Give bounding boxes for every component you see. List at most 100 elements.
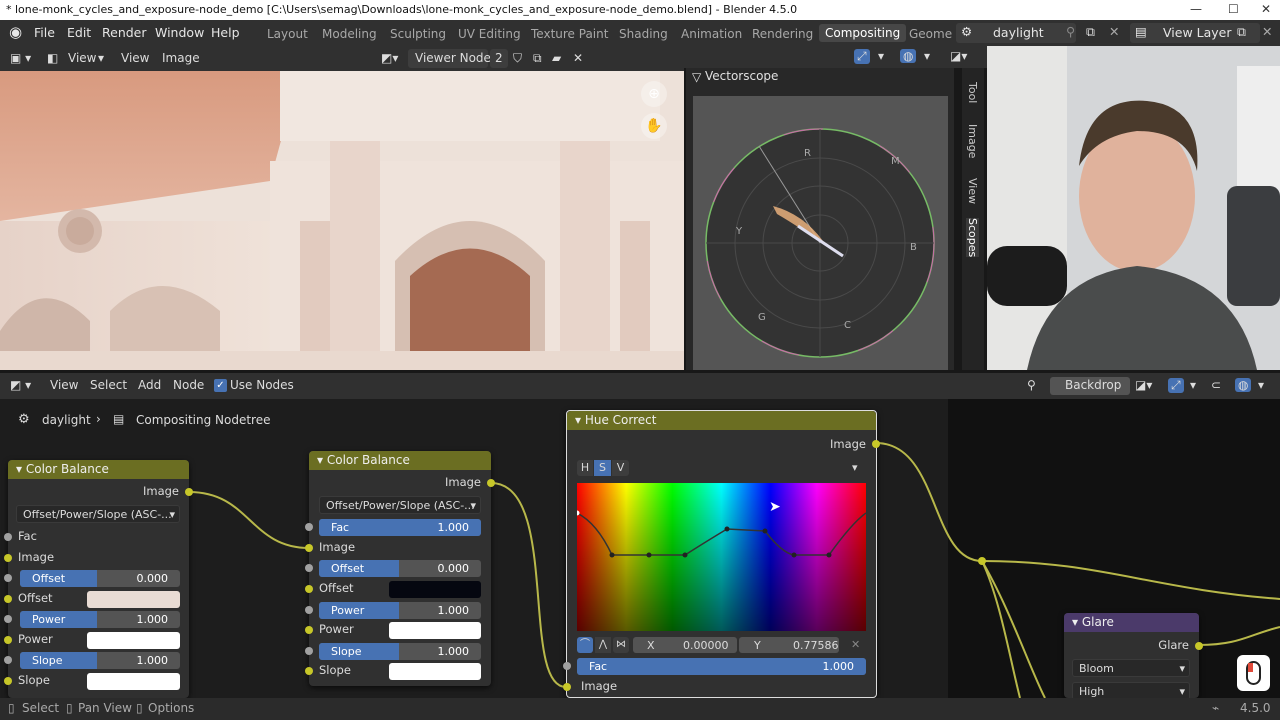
auto-handle-icon[interactable]: ⌒	[577, 637, 593, 653]
tab-v[interactable]: V	[612, 460, 629, 476]
overlay-icon[interactable]: ◍	[1235, 378, 1252, 392]
node-header[interactable]: ▾ Glare	[1064, 613, 1199, 632]
minimize-button[interactable]: —	[1190, 2, 1202, 16]
node-header[interactable]: ▾ Hue Correct	[567, 411, 876, 430]
snap-icon[interactable]: ⊂	[1211, 378, 1221, 392]
glare-type-dropdown[interactable]: Bloom ▾	[1072, 659, 1190, 677]
vector-handle-icon[interactable]: ⋀	[595, 637, 611, 653]
close-button[interactable]: ✕	[1261, 2, 1271, 16]
slope-color-socket[interactable]	[305, 667, 313, 675]
fac-socket[interactable]	[305, 523, 313, 531]
offset-color-swatch[interactable]	[389, 581, 481, 598]
menu-node[interactable]: Node	[173, 378, 204, 392]
mode-dropdown[interactable]: Offset/Power/Slope (ASC-... ▾	[319, 496, 481, 514]
chevron-down-icon[interactable]: ▾	[1190, 378, 1196, 392]
new-image-icon[interactable]: ⧉	[533, 51, 542, 66]
chevron-down-icon[interactable]: ▾	[924, 49, 930, 63]
chevron-down-icon[interactable]: ▾	[852, 461, 858, 474]
menu-view[interactable]: View	[50, 378, 78, 392]
tab-view[interactable]: View	[966, 178, 979, 204]
collapse-icon[interactable]: ▾	[575, 413, 585, 427]
zoom-icon[interactable]: ⊕	[641, 81, 667, 107]
tab-texture-paint[interactable]: Texture Paint	[531, 27, 608, 41]
tab-h[interactable]: H	[577, 460, 593, 476]
slope-value-socket[interactable]	[305, 647, 313, 655]
output-image-socket[interactable]	[487, 479, 495, 487]
power-slider[interactable]: Power 1.000	[319, 602, 481, 619]
power-color-socket[interactable]	[305, 626, 313, 634]
slope-slider[interactable]: Slope 1.000	[319, 643, 481, 660]
tab-geometry[interactable]: Geome	[909, 27, 952, 41]
menu-help[interactable]: Help	[211, 25, 240, 40]
collapse-icon[interactable]: ▾	[1072, 615, 1082, 629]
fac-socket[interactable]	[563, 662, 571, 670]
delete-point-icon[interactable]: ✕	[851, 638, 860, 651]
node-header[interactable]: ▾ Color Balance	[8, 460, 189, 479]
tab-compositing[interactable]: Compositing	[819, 24, 907, 42]
output-glare-socket[interactable]	[1195, 642, 1203, 650]
slope-slider[interactable]: Slope 1.000	[20, 652, 180, 669]
vectorscope-area[interactable]	[693, 96, 948, 370]
offset-color-socket[interactable]	[305, 585, 313, 593]
blender-logo-icon[interactable]: ◉	[9, 23, 22, 41]
remove-scene-icon[interactable]: ✕	[1109, 24, 1119, 39]
tab-modeling[interactable]: Modeling	[322, 27, 377, 41]
output-image-socket[interactable]	[185, 488, 193, 496]
fac-slider[interactable]: Fac 1.000	[319, 519, 481, 536]
menu-image[interactable]: Image	[162, 51, 200, 65]
hue-curve-editor[interactable]	[574, 483, 867, 631]
open-image-icon[interactable]: ▰	[552, 51, 561, 65]
glare-node[interactable]: ▾ Glare Glare Bloom ▾ High ▾	[1064, 613, 1203, 700]
menu-add[interactable]: Add	[138, 378, 161, 392]
power-value-socket[interactable]	[305, 606, 313, 614]
collapse-icon[interactable]: ▾	[16, 462, 26, 476]
power-color-socket[interactable]	[4, 636, 12, 644]
power-slider[interactable]: Power 1.000	[20, 611, 180, 628]
offset-slider[interactable]: Offset 0.000	[319, 560, 481, 577]
chevron-down-icon[interactable]: ▾	[1258, 378, 1264, 392]
slope-color-swatch[interactable]	[389, 663, 481, 680]
image-browse-icon[interactable]: ◩▾	[381, 51, 398, 65]
view-mode-icon[interactable]: ◧	[47, 51, 58, 65]
hue-correct-node[interactable]: ▾ Hue Correct Image H S V ▾ ➤ ⌒ ⋀ ⋈ X 0.…	[563, 410, 880, 698]
menu-window[interactable]: Window	[155, 25, 204, 40]
tab-sculpting[interactable]: Sculpting	[390, 27, 446, 41]
menu-view[interactable]: View	[121, 51, 149, 65]
fac-slider[interactable]: Fac 1.000	[577, 658, 866, 675]
use-nodes-checkbox[interactable]: ✓	[214, 379, 227, 392]
slope-value-socket[interactable]	[4, 656, 12, 664]
node-editor-canvas[interactable]: ⚙ daylight › ▤ Compositing Nodetree ▾ Co…	[0, 399, 1280, 700]
fake-user-icon[interactable]: ⛉	[513, 51, 522, 66]
tab-layout[interactable]: Layout	[267, 27, 308, 41]
chevron-down-icon[interactable]: ▾	[878, 49, 884, 63]
new-view-layer-icon[interactable]: ⧉	[1237, 24, 1246, 40]
node-header[interactable]: ▾ Color Balance	[309, 451, 491, 470]
slope-color-socket[interactable]	[4, 677, 12, 685]
offset-color-socket[interactable]	[4, 595, 12, 603]
image-input-socket[interactable]	[305, 544, 313, 552]
pin-scene-icon[interactable]: ⚲	[1066, 24, 1075, 39]
mode-dropdown[interactable]: Offset/Power/Slope (ASC-... ▾	[16, 505, 180, 523]
image-input-socket[interactable]	[4, 554, 12, 562]
tab-tool[interactable]: Tool	[966, 82, 979, 103]
power-color-swatch[interactable]	[87, 632, 180, 649]
fac-socket[interactable]	[4, 533, 12, 541]
remove-view-layer-icon[interactable]: ✕	[1262, 24, 1272, 39]
menu-select[interactable]: Select	[90, 378, 127, 392]
gizmo-icon[interactable]: ⤢	[1168, 378, 1184, 393]
output-image-socket[interactable]	[872, 440, 880, 448]
pan-hand-icon[interactable]: ✋	[641, 113, 667, 139]
maximize-button[interactable]: ☐	[1228, 2, 1239, 16]
tab-image[interactable]: Image	[966, 124, 979, 158]
channels-icon[interactable]: ◪▾	[1135, 378, 1152, 392]
tab-uv-editing[interactable]: UV Editing	[458, 27, 521, 41]
tab-shading[interactable]: Shading	[619, 27, 668, 41]
offset-value-socket[interactable]	[4, 574, 12, 582]
color-balance-node-1[interactable]: ▾ Color Balance Image Offset/Power/Slope…	[4, 460, 193, 698]
tab-rendering[interactable]: Rendering	[752, 27, 813, 41]
gizmo-icon[interactable]: ⤢	[854, 49, 870, 64]
tab-animation[interactable]: Animation	[681, 27, 742, 41]
collapse-icon[interactable]: ▾	[317, 453, 327, 467]
new-scene-icon[interactable]: ⧉	[1086, 24, 1095, 40]
color-balance-node-2[interactable]: ▾ Color Balance Image Offset/Power/Slope…	[305, 451, 495, 686]
